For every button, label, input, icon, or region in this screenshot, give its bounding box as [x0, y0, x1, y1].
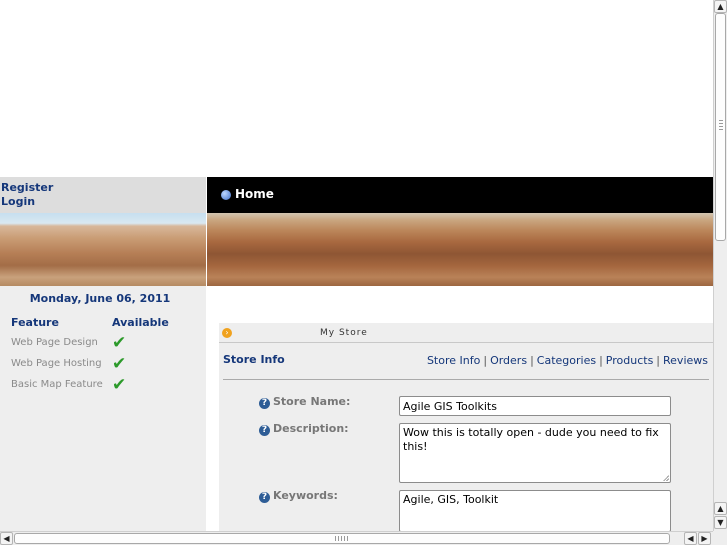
store-info-link[interactable]: Store Info [427, 354, 480, 367]
description-label: ? Description: [259, 422, 349, 436]
nav-bar: Home [207, 177, 713, 213]
feature-row: Basic Map Feature ✔ [11, 374, 169, 395]
check-icon: ✔ [112, 353, 127, 374]
home-bullet-icon [221, 190, 231, 200]
home-link[interactable]: Home [235, 187, 274, 201]
keywords-label: ? Keywords: [259, 489, 338, 503]
scroll-right-icon[interactable]: ▶ [698, 532, 711, 545]
login-bar: Register Login [0, 177, 206, 213]
current-date: Monday, June 06, 2011 [29, 292, 171, 305]
header-banner-image [207, 213, 713, 286]
link-separator: | [599, 354, 603, 367]
scroll-left-icon[interactable]: ◀ [0, 532, 13, 545]
reviews-link[interactable]: Reviews [663, 354, 708, 367]
store-nav-links: Store Info | Orders | Categories | Products | Re… [427, 354, 708, 367]
keywords-label-text: Keywords: [273, 489, 338, 502]
feature-row: Web Page Design ✔ [11, 332, 169, 353]
help-icon[interactable]: ? [259, 425, 270, 436]
store-name-label: ? Store Name: [259, 395, 350, 409]
feature-name: Web Page Hosting [11, 358, 102, 369]
link-separator: | [530, 354, 534, 367]
help-icon[interactable]: ? [259, 492, 270, 503]
register-link[interactable]: Register [1, 181, 205, 195]
description-textarea[interactable]: Wow this is totally open - dude you need… [399, 423, 671, 483]
section-divider [223, 379, 709, 380]
vertical-scroll-thumb[interactable] [715, 13, 726, 241]
feature-row: Web Page Hosting ✔ [11, 353, 169, 374]
horizontal-scroll-thumb[interactable] [14, 533, 670, 544]
feature-column-header: Feature [11, 316, 59, 329]
scroll-grip-icon [335, 536, 349, 541]
left-banner-image [0, 213, 206, 286]
my-store-panel: › My Store Store Info Store Info | Orders |… [219, 323, 713, 531]
help-icon[interactable]: ? [259, 398, 270, 409]
products-link[interactable]: Products [606, 354, 654, 367]
description-label-text: Description: [273, 422, 349, 435]
page-viewport: Register Login Monday, June 06, 2011 Fea… [0, 0, 713, 531]
scroll-up-icon[interactable]: ▲ [714, 0, 727, 13]
scroll-up-icon[interactable]: ▲ [714, 502, 727, 515]
link-separator: | [656, 354, 661, 367]
keywords-textarea[interactable]: Agile, GIS, Toolkit [399, 490, 671, 531]
feature-table: Feature Available Web Page Design ✔ Web … [11, 316, 169, 395]
login-link[interactable]: Login [1, 195, 205, 209]
feature-name: Web Page Design [11, 337, 98, 348]
check-icon: ✔ [112, 374, 127, 395]
scroll-down-icon[interactable]: ▼ [714, 516, 727, 529]
arrow-circle-icon[interactable]: › [222, 328, 232, 338]
scroll-left-icon[interactable]: ◀ [684, 532, 697, 545]
resize-grip-icon[interactable] [663, 475, 669, 481]
check-icon: ✔ [112, 332, 127, 353]
horizontal-scrollbar[interactable]: ◀ ◀ ▶ [0, 531, 713, 545]
scrollbar-corner [713, 531, 727, 545]
vertical-scrollbar[interactable]: ▲ ▲ ▼ [713, 0, 727, 531]
feature-table-header: Feature Available [11, 316, 169, 332]
store-panel-title: My Store [320, 328, 368, 338]
link-separator: | [483, 354, 488, 367]
store-panel-header: › My Store [219, 323, 713, 343]
categories-link[interactable]: Categories [537, 354, 596, 367]
scroll-grip-icon [719, 120, 723, 132]
store-name-label-text: Store Name: [273, 395, 351, 408]
store-name-input[interactable] [399, 396, 671, 416]
left-panel: Monday, June 06, 2011 Feature Available … [0, 286, 206, 531]
store-info-heading: Store Info [223, 353, 285, 366]
available-column-header: Available [112, 316, 169, 329]
orders-link[interactable]: Orders [490, 354, 527, 367]
feature-name: Basic Map Feature [11, 379, 103, 390]
